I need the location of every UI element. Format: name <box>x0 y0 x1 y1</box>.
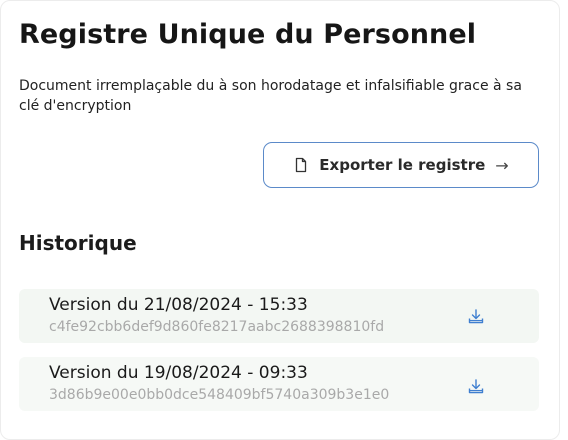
file-icon <box>296 157 307 173</box>
version-hash: 3d86b9e00e0bb0dce548409bf5740a309b3e1e0 <box>49 387 390 403</box>
version-row: Version du 21/08/2024 - 15:33 c4fe92cbb6… <box>19 289 539 343</box>
page-description: Document irremplaçable du à son horodata… <box>19 78 522 114</box>
version-title: Version du 19/08/2024 - 09:33 <box>49 363 308 383</box>
registry-card: Registre Unique du Personnel Document ir… <box>0 0 560 440</box>
download-icon[interactable] <box>467 308 485 326</box>
version-hash: c4fe92cbb6def9d860fe8217aabc2688398810fd <box>49 319 385 335</box>
version-title: Version du 21/08/2024 - 15:33 <box>49 295 308 315</box>
export-button-label: Exporter le registre <box>319 156 486 174</box>
history-title: Historique <box>19 231 137 255</box>
arrow-right-icon: → <box>495 155 509 175</box>
download-icon[interactable] <box>467 378 485 396</box>
export-registry-button[interactable]: Exporter le registre → <box>263 142 539 188</box>
page-title: Registre Unique du Personnel <box>19 19 477 50</box>
version-row: Version du 19/08/2024 - 09:33 3d86b9e00e… <box>19 357 539 411</box>
